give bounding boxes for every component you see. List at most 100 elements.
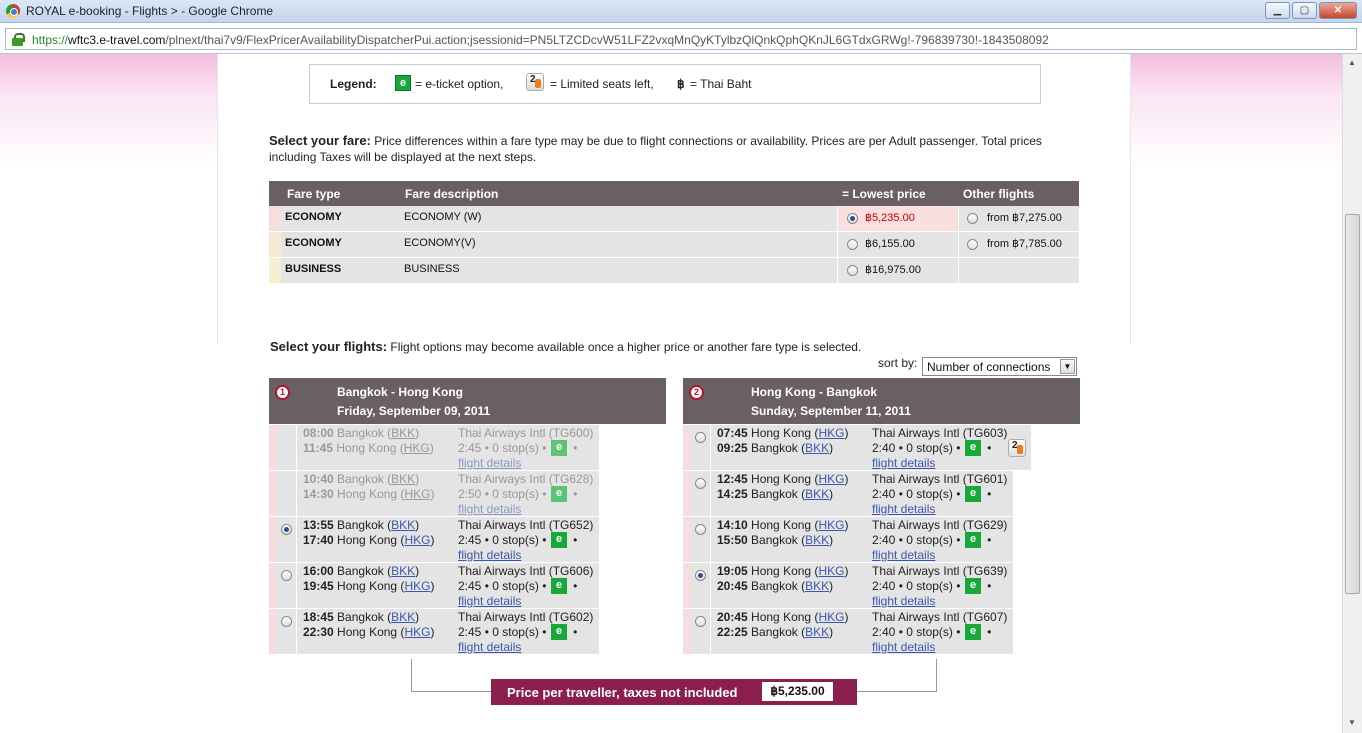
flight-details-link[interactable]: flight details bbox=[872, 640, 935, 654]
col-other-flights: Other flights bbox=[963, 187, 1035, 201]
price-bar: Price per traveller, taxes not included … bbox=[491, 679, 857, 705]
radio-cell bbox=[277, 471, 297, 516]
airport-link[interactable]: BKK bbox=[391, 564, 415, 578]
airport-link[interactable]: HKG bbox=[404, 625, 430, 639]
flight-radio[interactable] bbox=[695, 478, 706, 489]
airport-link[interactable]: HKG bbox=[818, 610, 844, 624]
flight-details-link[interactable]: flight details bbox=[458, 640, 521, 654]
airport-link[interactable]: BKK bbox=[805, 579, 829, 593]
airport-link[interactable]: HKG bbox=[404, 579, 430, 593]
fare-instructions: Select your fare: Price differences with… bbox=[269, 133, 1042, 165]
flight-row[interactable]: 07:45 Hong Kong (HKG) 09:25 Bangkok (BKK)… bbox=[683, 425, 1031, 471]
radio-cell bbox=[277, 609, 297, 654]
price-cell[interactable]: ฿16,975.00 bbox=[837, 258, 957, 283]
flight-details-link[interactable]: flight details bbox=[458, 548, 521, 562]
flight-details-link[interactable]: flight details bbox=[872, 456, 935, 470]
minimize-button[interactable]: ▁ bbox=[1265, 2, 1290, 19]
close-button[interactable]: ✕ bbox=[1319, 2, 1357, 19]
price-label: Price per traveller, taxes not included bbox=[507, 685, 738, 700]
flight-radio[interactable] bbox=[695, 616, 706, 627]
airline-name: Thai Airways Intl (TG639) bbox=[872, 564, 1008, 578]
flight-row[interactable]: 12:45 Hong Kong (HKG) 14:25 Bangkok (BKK)… bbox=[683, 471, 1013, 517]
flight-radio[interactable] bbox=[695, 524, 706, 535]
price-cell[interactable]: ฿6,155.00 bbox=[837, 232, 957, 257]
flight-details-link[interactable]: flight details bbox=[872, 594, 935, 608]
chevron-down-icon[interactable]: ▼ bbox=[1060, 359, 1075, 374]
other-radio[interactable] bbox=[967, 239, 978, 250]
url-field[interactable]: https://wftc3.e-travel.com/plnext/thai7v… bbox=[5, 28, 1357, 50]
flight-row: 08:00 Bangkok (BKK) 11:45 Hong Kong (HKG)… bbox=[269, 425, 599, 471]
flight-row[interactable]: 16:00 Bangkok (BKK) 19:45 Hong Kong (HKG)… bbox=[269, 563, 599, 609]
other-cell[interactable]: from ฿7,785.00 bbox=[958, 232, 1079, 257]
inbound-date: Sunday, September 11, 2011 bbox=[751, 404, 911, 418]
flight-row[interactable]: 14:10 Hong Kong (HKG) 15:50 Bangkok (BKK)… bbox=[683, 517, 1013, 563]
sort-select[interactable]: Number of connections ▼ bbox=[922, 357, 1077, 376]
flight-row[interactable]: 20:45 Hong Kong (HKG) 22:25 Bangkok (BKK)… bbox=[683, 609, 1013, 655]
flight-radio[interactable] bbox=[281, 524, 292, 535]
legend-eticket-label: = e-ticket option, bbox=[415, 77, 504, 91]
other-cell[interactable]: from ฿7,275.00 bbox=[958, 206, 1079, 231]
row-accent bbox=[683, 563, 691, 608]
flight-radio[interactable] bbox=[695, 570, 706, 581]
scroll-thumb[interactable] bbox=[1345, 214, 1360, 594]
airport-link[interactable]: HKG bbox=[818, 426, 844, 440]
eticket-icon: e bbox=[551, 440, 567, 456]
airline-name: Thai Airways Intl (TG603) bbox=[872, 426, 1008, 440]
fare-radio[interactable] bbox=[847, 213, 858, 224]
airport-link[interactable]: BKK bbox=[391, 426, 415, 440]
flight-details-link[interactable]: flight details bbox=[458, 594, 521, 608]
inbound-header: 2 Hong Kong - Bangkok Sunday, September … bbox=[683, 378, 1080, 424]
airport-link[interactable]: HKG bbox=[404, 441, 430, 455]
outbound-date: Friday, September 09, 2011 bbox=[337, 404, 491, 418]
flight-row[interactable]: 13:55 Bangkok (BKK) 17:40 Hong Kong (HKG)… bbox=[269, 517, 599, 563]
price-cell[interactable]: ฿5,235.00 bbox=[837, 206, 957, 231]
legend-baht-label: = Thai Baht bbox=[690, 77, 752, 91]
fare-description: ECONOMY (W) bbox=[404, 211, 482, 223]
flight-radio[interactable] bbox=[281, 616, 292, 627]
flight-details-link[interactable]: flight details bbox=[872, 502, 935, 516]
flight-row[interactable]: 19:05 Hong Kong (HKG) 20:45 Bangkok (BKK)… bbox=[683, 563, 1013, 609]
airport-link[interactable]: BKK bbox=[805, 625, 829, 639]
airport-link[interactable]: BKK bbox=[805, 533, 829, 547]
scroll-down-icon[interactable]: ▼ bbox=[1348, 718, 1356, 727]
departure-line: 10:40 Bangkok (BKK) bbox=[303, 472, 420, 486]
airport-link[interactable]: HKG bbox=[818, 564, 844, 578]
radio-cell bbox=[691, 563, 711, 608]
flight-radio[interactable] bbox=[695, 432, 706, 443]
arrival-line: 22:25 Bangkok (BKK) bbox=[717, 625, 834, 639]
airport-link[interactable]: BKK bbox=[391, 472, 415, 486]
eticket-icon: e bbox=[551, 624, 567, 640]
radio-cell bbox=[691, 425, 711, 470]
airport-link[interactable]: BKK bbox=[391, 518, 415, 532]
arrival-line: 14:30 Hong Kong (HKG) bbox=[303, 487, 435, 501]
connector-right bbox=[857, 659, 937, 692]
flight-details-link[interactable]: flight details bbox=[458, 456, 521, 470]
fare-radio[interactable] bbox=[847, 239, 858, 250]
flight-radio[interactable] bbox=[281, 570, 292, 581]
title-bar: ROYAL e-booking - Flights > - Google Chr… bbox=[0, 0, 1362, 23]
fare-radio[interactable] bbox=[847, 265, 858, 276]
flight-details-link[interactable]: flight details bbox=[458, 502, 521, 516]
airport-link[interactable]: HKG bbox=[818, 472, 844, 486]
vertical-scrollbar[interactable]: ▲ ▼ bbox=[1342, 54, 1362, 733]
sort-label: sort by: bbox=[878, 356, 918, 370]
flight-row[interactable]: 18:45 Bangkok (BKK) 22:30 Hong Kong (HKG)… bbox=[269, 609, 599, 655]
airport-link[interactable]: HKG bbox=[404, 487, 430, 501]
scroll-up-icon[interactable]: ▲ bbox=[1348, 58, 1356, 67]
other-radio[interactable] bbox=[967, 213, 978, 224]
eticket-icon: e bbox=[965, 624, 981, 640]
row-accent bbox=[683, 425, 691, 470]
limited-seats-icon bbox=[1008, 439, 1026, 457]
airport-link[interactable]: HKG bbox=[404, 533, 430, 547]
airport-link[interactable]: HKG bbox=[818, 518, 844, 532]
arrival-line: 17:40 Hong Kong (HKG) bbox=[303, 533, 435, 547]
airport-link[interactable]: BKK bbox=[805, 487, 829, 501]
radio-cell bbox=[691, 609, 711, 654]
airport-link[interactable]: BKK bbox=[805, 441, 829, 455]
arrival-line: 09:25 Bangkok (BKK) bbox=[717, 441, 834, 455]
maximize-button[interactable]: ▢ bbox=[1292, 2, 1317, 19]
airline-name: Thai Airways Intl (TG602) bbox=[458, 610, 594, 624]
airport-link[interactable]: BKK bbox=[391, 610, 415, 624]
col-fare-type: Fare type bbox=[287, 187, 341, 201]
flight-details-link[interactable]: flight details bbox=[872, 548, 935, 562]
